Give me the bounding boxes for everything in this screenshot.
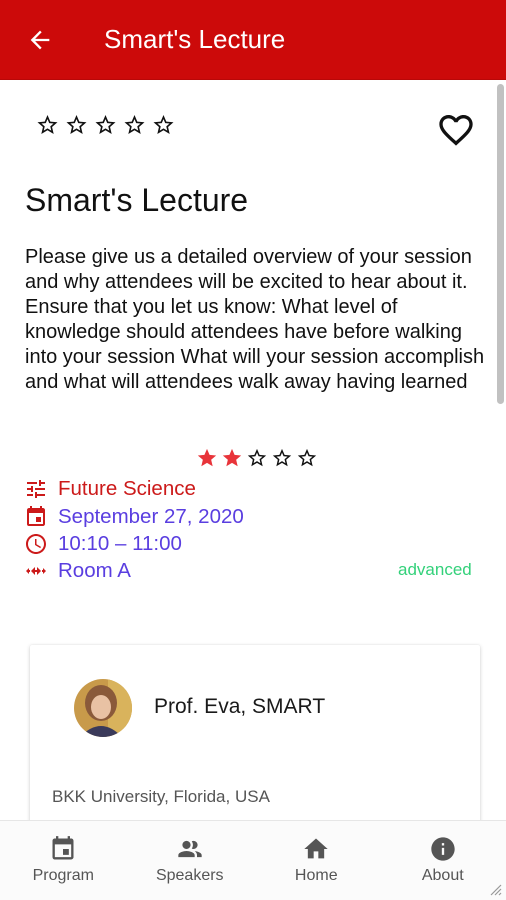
level-badge: advanced — [398, 560, 472, 579]
star-outline-icon[interactable] — [92, 113, 119, 137]
session-track: Future Science — [24, 477, 196, 501]
back-button[interactable] — [0, 0, 80, 80]
app-bar-title: Smart's Lecture — [104, 24, 286, 54]
nav-program[interactable]: Program — [0, 821, 127, 900]
star-filled-icon — [222, 448, 242, 467]
calendar-icon — [24, 505, 48, 529]
star-outline-icon[interactable] — [121, 113, 148, 137]
time-label: 10:10 – 11:00 — [58, 532, 182, 555]
bottom-navigation: Program Speakers Home About — [0, 820, 506, 900]
clock-icon — [24, 532, 48, 556]
speaker-affiliation: BKK University, Florida, USA — [52, 787, 270, 806]
nav-label: About — [421, 867, 464, 884]
avatar — [74, 679, 132, 737]
home-icon — [304, 838, 328, 859]
scrollbar-thumb[interactable] — [497, 84, 504, 404]
session-date: September 27, 2020 — [24, 505, 244, 529]
nav-label: Home — [294, 867, 338, 884]
session-time: 10:10 – 11:00 — [24, 532, 182, 556]
session-rating — [195, 447, 319, 469]
date-label: September 27, 2020 — [58, 505, 244, 528]
nav-label: Speakers — [155, 867, 224, 884]
star-outline-icon[interactable] — [63, 113, 90, 137]
speaker-card[interactable]: Prof. Eva, SMART BKK University, Florida… — [30, 645, 480, 820]
speaker-name: Prof. Eva, SMART — [154, 695, 326, 718]
nav-home[interactable]: Home — [253, 821, 380, 900]
favorite-heart-icon[interactable] — [434, 110, 478, 150]
resize-grip-icon[interactable] — [488, 882, 502, 896]
user-rating-stars[interactable] — [34, 113, 177, 137]
tune-icon — [24, 477, 48, 501]
star-filled-icon — [197, 448, 217, 467]
session-room: Room A — [24, 559, 131, 583]
star-outline-icon — [247, 448, 267, 467]
nav-label: Program — [32, 867, 94, 884]
app-bar: Smart's Lecture — [0, 0, 506, 80]
calendar-icon — [52, 836, 74, 860]
nav-speakers[interactable]: Speakers — [127, 821, 254, 900]
arrow-back-icon — [30, 30, 50, 49]
star-outline-icon[interactable] — [150, 113, 177, 137]
star-outline-icon — [297, 448, 317, 467]
room-arrows-icon — [24, 559, 48, 583]
session-title: Smart's Lecture — [25, 182, 249, 218]
session-description: Please give us a detailed overview of yo… — [25, 246, 490, 393]
room-label: Room A — [58, 559, 131, 582]
star-outline-icon[interactable] — [34, 113, 61, 137]
session-detail[interactable]: Smart's Lecture Please give us a detaile… — [0, 80, 506, 820]
star-outline-icon — [272, 448, 292, 467]
track-label: Future Science — [58, 477, 196, 500]
info-icon — [431, 837, 455, 861]
people-icon — [178, 840, 202, 858]
